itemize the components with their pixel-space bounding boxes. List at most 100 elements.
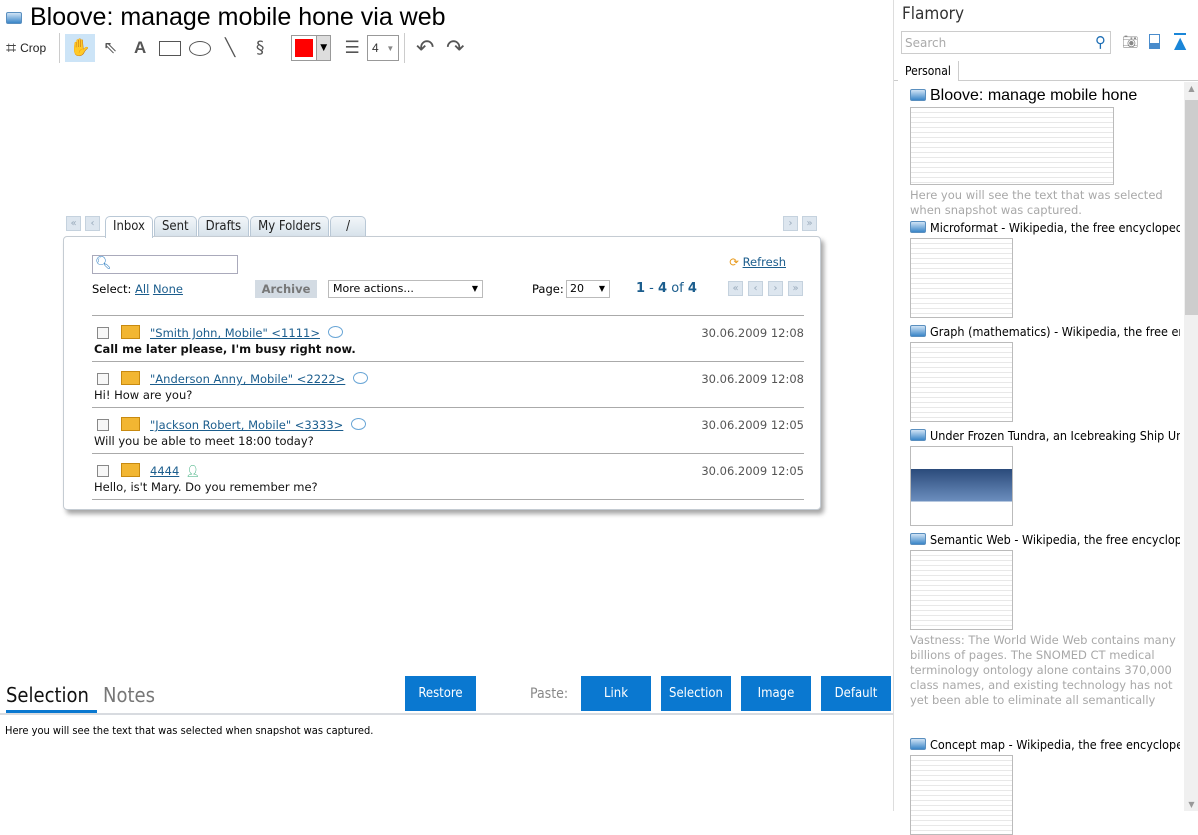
snapshot-item[interactable]: Microformat - Wikipedia, the free encycl… bbox=[910, 220, 1180, 318]
snapshot-item[interactable]: Graph (mathematics) - Wikipedia, the fre… bbox=[910, 324, 1180, 422]
table-row[interactable]: "Smith John, Mobile" <1111> 30.06.2009 1… bbox=[92, 315, 804, 361]
snapshot-title[interactable]: Under Frozen Tundra, an Icebreaking Ship… bbox=[930, 428, 1180, 443]
snapshot-description: Vastness: The World Wide Web contains ma… bbox=[910, 633, 1176, 707]
ellipse-icon[interactable] bbox=[185, 34, 215, 62]
scroll-down-icon[interactable]: ▼ bbox=[1184, 800, 1198, 809]
tab-personal[interactable]: Personal bbox=[898, 61, 959, 81]
prev-tab-button[interactable]: ‹ bbox=[85, 216, 100, 231]
paste-default-button[interactable]: Default bbox=[821, 676, 891, 711]
app-icon bbox=[910, 533, 926, 545]
restore-button[interactable]: Restore bbox=[405, 676, 476, 711]
paste-link-button[interactable]: Link bbox=[581, 676, 651, 711]
scrollbar-thumb[interactable] bbox=[1185, 100, 1198, 315]
paste-selection-button[interactable]: Selection bbox=[661, 676, 731, 711]
snapshot-title[interactable]: Graph (mathematics) - Wikipedia, the fre… bbox=[930, 324, 1180, 339]
row-checkbox[interactable] bbox=[97, 419, 109, 431]
sidebar-title: Flamory bbox=[902, 4, 965, 24]
row-checkbox[interactable] bbox=[97, 465, 109, 477]
select-all-link[interactable]: All bbox=[135, 282, 149, 296]
app-icon bbox=[910, 429, 926, 441]
color-picker[interactable]: ▼ bbox=[291, 35, 332, 61]
mail-search-input[interactable]: 🔍︎ bbox=[92, 255, 238, 274]
scroll-up-icon[interactable]: ▲ bbox=[1184, 84, 1198, 93]
snapshot-title[interactable]: Microformat - Wikipedia, the free encycl… bbox=[930, 220, 1180, 235]
snapshot-thumbnail[interactable] bbox=[910, 755, 1013, 835]
snapshot-thumbnail[interactable] bbox=[910, 342, 1013, 422]
snapshot-title[interactable]: Bloove: manage mobile hone bbox=[930, 87, 1137, 104]
reply-bubble-icon[interactable] bbox=[327, 326, 343, 338]
mail-panel: 🔍︎ ⟳ Refresh Select: All None Archive Mo… bbox=[63, 236, 821, 510]
sidebar: Flamory Search ⚲ 📷︎ ▲ Personal ▲ ▼ Bloov… bbox=[893, 0, 1198, 835]
sender-link[interactable]: "Anderson Anny, Mobile" <2222> bbox=[150, 372, 345, 386]
crop-button[interactable]: ⌗ Crop bbox=[6, 34, 54, 62]
tab-new[interactable]: / bbox=[330, 216, 367, 237]
freehand-icon[interactable]: § bbox=[245, 34, 275, 62]
stroke-width-select[interactable]: 4 ▼ bbox=[367, 35, 400, 61]
paste-image-button[interactable]: Image bbox=[741, 676, 811, 711]
tab-inbox[interactable]: Inbox bbox=[105, 216, 153, 238]
envelope-icon bbox=[121, 325, 140, 339]
message-date: 30.06.2009 12:05 bbox=[701, 418, 804, 432]
document-icon[interactable] bbox=[1149, 34, 1160, 49]
refresh-icon: ⟳ bbox=[729, 255, 739, 269]
snapshot-item[interactable]: Concept map - Wikipedia, the free encycl… bbox=[910, 737, 1180, 835]
last-tab-button[interactable]: » bbox=[802, 216, 817, 231]
table-row[interactable]: "Jackson Robert, Mobile" <3333> 30.06.20… bbox=[92, 407, 804, 453]
sender-link[interactable]: "Smith John, Mobile" <1111> bbox=[150, 326, 320, 340]
snapshot-title[interactable]: Concept map - Wikipedia, the free encycl… bbox=[930, 737, 1180, 752]
rectangle-icon[interactable] bbox=[155, 34, 185, 62]
hand-icon[interactable]: ✋ bbox=[65, 34, 96, 62]
snapshot-description: Here you will see the text that was sele… bbox=[910, 188, 1163, 217]
divider bbox=[92, 499, 804, 500]
app-icon bbox=[910, 221, 926, 233]
page-label: Page: bbox=[532, 282, 564, 296]
pointer-icon[interactable]: ⇖ bbox=[95, 34, 125, 62]
text-icon[interactable]: A bbox=[125, 34, 155, 62]
scrollbar[interactable]: ▲ ▼ bbox=[1184, 82, 1198, 811]
add-contact-icon[interactable]: 👤︎ bbox=[185, 464, 200, 478]
snapshot-thumbnail[interactable] bbox=[910, 550, 1013, 630]
next-page-button[interactable]: › bbox=[768, 281, 783, 296]
collapse-icon[interactable]: ▲ bbox=[1174, 33, 1187, 51]
email-screenshot: « ‹ › » Inbox Sent Drafts My Folders / 🔍… bbox=[63, 215, 823, 511]
tab-sent[interactable]: Sent bbox=[153, 216, 197, 237]
tab-drafts[interactable]: Drafts bbox=[197, 216, 250, 237]
snapshot-thumbnail[interactable] bbox=[910, 107, 1114, 185]
search-icon[interactable]: ⚲ bbox=[1095, 33, 1106, 51]
prev-page-button[interactable]: ‹ bbox=[748, 281, 763, 296]
sender-link[interactable]: "Jackson Robert, Mobile" <3333> bbox=[150, 418, 343, 432]
sidebar-search-input[interactable]: Search ⚲ bbox=[901, 31, 1111, 54]
camera-icon[interactable]: 📷︎ bbox=[1122, 35, 1139, 50]
last-page-button[interactable]: » bbox=[788, 281, 803, 296]
select-none-link[interactable]: None bbox=[153, 282, 183, 296]
tab-notes[interactable]: Notes bbox=[103, 683, 155, 707]
more-actions-select[interactable]: More actions... ▼ bbox=[328, 280, 483, 298]
envelope-icon bbox=[121, 371, 140, 385]
undo-icon[interactable]: ↶ bbox=[410, 34, 440, 62]
pagination-range: 1 - 4 of 4 bbox=[636, 281, 697, 296]
tab-selection[interactable]: Selection bbox=[6, 683, 97, 713]
table-row[interactable]: 4444 👤︎ 30.06.2009 12:05 Hello, is't Mary… bbox=[92, 453, 804, 499]
tab-my-folders[interactable]: My Folders bbox=[250, 216, 330, 237]
snapshot-thumbnail[interactable] bbox=[910, 446, 1013, 526]
first-page-button[interactable]: « bbox=[728, 281, 743, 296]
row-checkbox[interactable] bbox=[97, 373, 109, 385]
snapshot-item[interactable]: Semantic Web - Wikipedia, the free encyc… bbox=[910, 532, 1180, 708]
first-tab-button[interactable]: « bbox=[66, 216, 81, 231]
next-tab-button[interactable]: › bbox=[783, 216, 798, 231]
snapshot-thumbnail[interactable] bbox=[910, 238, 1013, 318]
refresh-link[interactable]: ⟳ Refresh bbox=[729, 255, 786, 269]
line-icon[interactable]: ╲ bbox=[215, 34, 245, 62]
snapshot-item[interactable]: Under Frozen Tundra, an Icebreaking Ship… bbox=[910, 428, 1180, 526]
more-actions-value: More actions... bbox=[333, 282, 414, 295]
snapshot-title[interactable]: Semantic Web - Wikipedia, the free encyc… bbox=[930, 532, 1180, 547]
reply-bubble-icon[interactable] bbox=[353, 372, 369, 384]
table-row[interactable]: "Anderson Anny, Mobile" <2222> 30.06.200… bbox=[92, 361, 804, 407]
page-size-select[interactable]: 20 ▼ bbox=[566, 280, 610, 298]
archive-button[interactable]: Archive bbox=[255, 280, 317, 298]
reply-bubble-icon[interactable] bbox=[351, 418, 367, 430]
snapshot-item[interactable]: Bloove: manage mobile hone Here you will… bbox=[910, 87, 1180, 218]
redo-icon[interactable]: ↷ bbox=[440, 34, 470, 62]
row-checkbox[interactable] bbox=[97, 327, 109, 339]
sender-link[interactable]: 4444 bbox=[150, 464, 179, 478]
